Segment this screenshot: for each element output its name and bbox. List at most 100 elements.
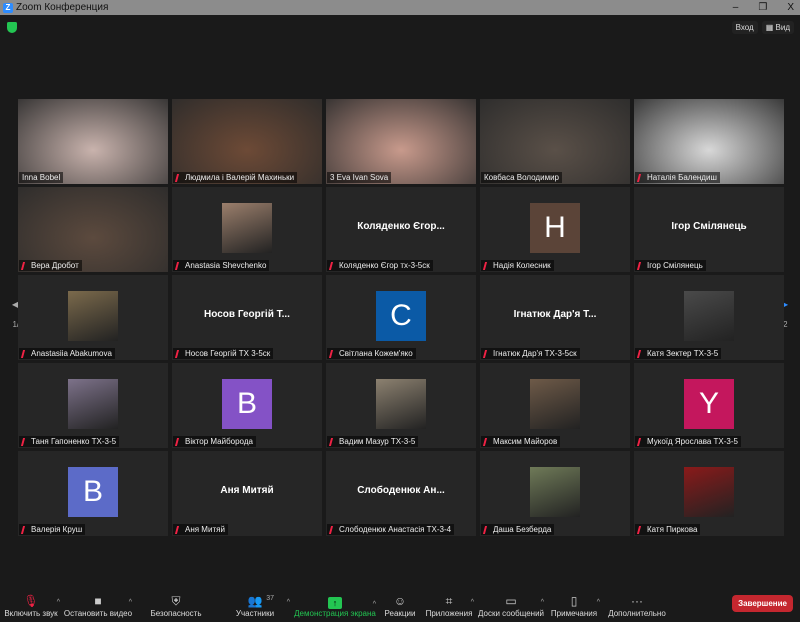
close-button[interactable]: X xyxy=(787,0,794,15)
caret-up-icon[interactable]: ^ xyxy=(597,599,600,606)
notes-label: Примечания xyxy=(550,609,598,618)
mic-muted-icon xyxy=(174,261,184,270)
stop-video-button[interactable]: ■ Остановить видео ^ xyxy=(62,593,134,622)
participant-tile[interactable]: Anastasiia Abakumova xyxy=(18,275,168,360)
participant-tile[interactable]: Катя Зектер ТХ-3-5 xyxy=(634,275,784,360)
maximize-button[interactable]: ❐ xyxy=(758,0,767,15)
security-button[interactable]: ⛨ Безопасность xyxy=(134,593,218,622)
mic-muted-icon xyxy=(328,437,338,446)
caret-up-icon[interactable]: ^ xyxy=(471,599,474,606)
mic-muted-icon xyxy=(636,437,646,446)
mic-muted-icon xyxy=(636,173,646,182)
mic-muted-icon xyxy=(482,261,492,270)
participant-display-name: Носов Георгій Т... xyxy=(204,309,290,320)
mic-muted-icon xyxy=(482,349,492,358)
share-screen-button[interactable]: ↑ Демонстрация экрана ^ xyxy=(292,595,378,622)
participants-button[interactable]: 👥 37 Участники ^ xyxy=(218,593,292,622)
participant-tile[interactable]: Катя Пиркова xyxy=(634,451,784,536)
participant-tile[interactable]: Таня Гапоненко ТХ-3-5 xyxy=(18,363,168,448)
mic-muted-icon xyxy=(636,525,646,534)
participant-name: Людмила і Валерій Махиньки xyxy=(185,173,295,182)
participant-tile[interactable]: Коляденко Єгор... Коляденко Єгор тх-3-5ск xyxy=(326,187,476,272)
caret-up-icon[interactable]: ^ xyxy=(287,599,290,606)
participant-name-label: Anastasiia Abakumova xyxy=(19,348,115,359)
participant-name: Світлана Кожем'яко xyxy=(339,349,413,358)
participant-tile[interactable]: B Віктор Майборода xyxy=(172,363,322,448)
participant-display-name: Ігор Смілянець xyxy=(671,221,747,232)
participant-name: Максим Майоров xyxy=(493,437,558,446)
participant-name-label: Наталія Балендиш xyxy=(635,172,720,183)
unmute-label: Включить звук xyxy=(4,609,58,618)
participant-display-name: Слободенюк Ан... xyxy=(357,485,445,496)
participant-name-label: Катя Пиркова xyxy=(635,524,701,535)
participant-name-label: Ігнатюк Дар'я ТХ-3-5ск xyxy=(481,348,580,359)
participant-tile[interactable]: Слободенюк Ан... Слободенюк Анастасія ТХ-… xyxy=(326,451,476,536)
caret-up-icon[interactable]: ^ xyxy=(373,601,376,608)
participant-tile[interactable]: Ігор Смілянець Ігор Смілянець xyxy=(634,187,784,272)
participant-tile[interactable]: Наталія Балендиш xyxy=(634,99,784,184)
participant-name: 3 Eva Ivan Sova xyxy=(330,173,389,182)
mic-muted-icon xyxy=(328,525,338,534)
participant-name-label: Inna Bobel xyxy=(19,172,64,183)
security-icon: ⛨ xyxy=(171,594,181,608)
participant-name: Таня Гапоненко ТХ-3-5 xyxy=(31,437,117,446)
participant-tile[interactable]: B Валерія Круш xyxy=(18,451,168,536)
title-bar: Z Zoom Конференция – ❐ X xyxy=(0,0,800,15)
participant-tile[interactable]: Inna Bobel xyxy=(18,99,168,184)
participant-tile[interactable]: Ковбаса Володимир xyxy=(480,99,630,184)
participant-name: Валерія Круш xyxy=(31,525,83,534)
participant-tile[interactable]: Носов Георгій Т... Носов Георгій ТХ 3-5ск xyxy=(172,275,322,360)
participant-tile[interactable]: Y Мукоїд Ярослава ТХ-3-5 xyxy=(634,363,784,448)
meeting-toolbar: 🎙 Включить звук ^ ■ Остановить видео ^ ⛨ Безопа… xyxy=(0,586,800,622)
view-button[interactable]: ▦ Вид xyxy=(761,21,794,34)
reactions-button[interactable]: ☺ Реакции xyxy=(378,593,422,622)
participant-name-label: Світлана Кожем'яко xyxy=(327,348,416,359)
participant-tile[interactable]: Вадим Мазур ТХ-3-5 xyxy=(326,363,476,448)
minimize-button[interactable]: – xyxy=(733,0,739,15)
participant-display-name: Ігнатюк Дар'я Т... xyxy=(513,309,597,320)
participant-photo xyxy=(222,203,272,253)
more-button[interactable]: ··· Дополнительно xyxy=(602,593,672,622)
notes-icon: ▯ xyxy=(570,594,578,608)
participant-tile[interactable]: Ігнатюк Дар'я Т... Ігнатюк Дар'я ТХ-3-5ск xyxy=(480,275,630,360)
participant-photo xyxy=(376,379,426,429)
participant-tile[interactable]: Anastasia Shevchenko xyxy=(172,187,322,272)
participant-tile[interactable]: Даша Безберда xyxy=(480,451,630,536)
unmute-button[interactable]: 🎙 Включить звук ^ xyxy=(0,593,62,622)
mic-muted-icon xyxy=(20,349,30,358)
participant-tile[interactable]: H Надія Колесник xyxy=(480,187,630,272)
whiteboards-button[interactable]: ▭ Доски сообщений ^ xyxy=(476,593,546,622)
security-label: Безопасность xyxy=(150,609,202,618)
participant-tile[interactable]: C Світлана Кожем'яко xyxy=(326,275,476,360)
participant-photo xyxy=(68,291,118,341)
participant-tile[interactable]: Вера Дробот xyxy=(18,187,168,272)
apps-button[interactable]: ⌗ Приложения ^ xyxy=(422,593,476,622)
mic-muted-icon xyxy=(328,349,338,358)
participant-tile[interactable]: Максим Майоров xyxy=(480,363,630,448)
mic-muted-icon xyxy=(482,525,492,534)
participant-tile[interactable]: Аня Митяй Аня Митяй xyxy=(172,451,322,536)
participant-name: Носов Георгій ТХ 3-5ск xyxy=(185,349,271,358)
participant-name: Слободенюк Анастасія ТХ-3-4 xyxy=(339,525,452,534)
security-shield-icon[interactable] xyxy=(7,22,17,33)
caret-up-icon[interactable]: ^ xyxy=(541,599,544,606)
participant-name: Inna Bobel xyxy=(22,173,61,182)
caret-up-icon[interactable]: ^ xyxy=(57,599,60,606)
caret-up-icon[interactable]: ^ xyxy=(129,599,132,606)
end-meeting-button[interactable]: Завершение xyxy=(732,595,793,612)
participant-name: Anastasia Shevchenko xyxy=(185,261,267,270)
participant-name: Надія Колесник xyxy=(493,261,551,270)
participant-name: Катя Пиркова xyxy=(647,525,698,534)
enter-button[interactable]: Вход xyxy=(731,21,758,34)
share-screen-label: Демонстрация экрана xyxy=(294,609,376,618)
participant-name: Ковбаса Володимир xyxy=(484,173,559,182)
participant-tile[interactable]: 3 Eva Ivan Sova xyxy=(326,99,476,184)
participant-name-label: Мукоїд Ярослава ТХ-3-5 xyxy=(635,436,741,447)
participant-name-label: Віктор Майборода xyxy=(173,436,256,447)
participant-name-label: Anastasia Shevchenko xyxy=(173,260,270,271)
notes-button[interactable]: ▯ Примечания ^ xyxy=(546,593,602,622)
participant-tile[interactable]: Людмила і Валерій Махиньки xyxy=(172,99,322,184)
participant-avatar: Y xyxy=(684,379,734,429)
participant-name-label: Надія Колесник xyxy=(481,260,554,271)
participant-name: Даша Безберда xyxy=(493,525,552,534)
